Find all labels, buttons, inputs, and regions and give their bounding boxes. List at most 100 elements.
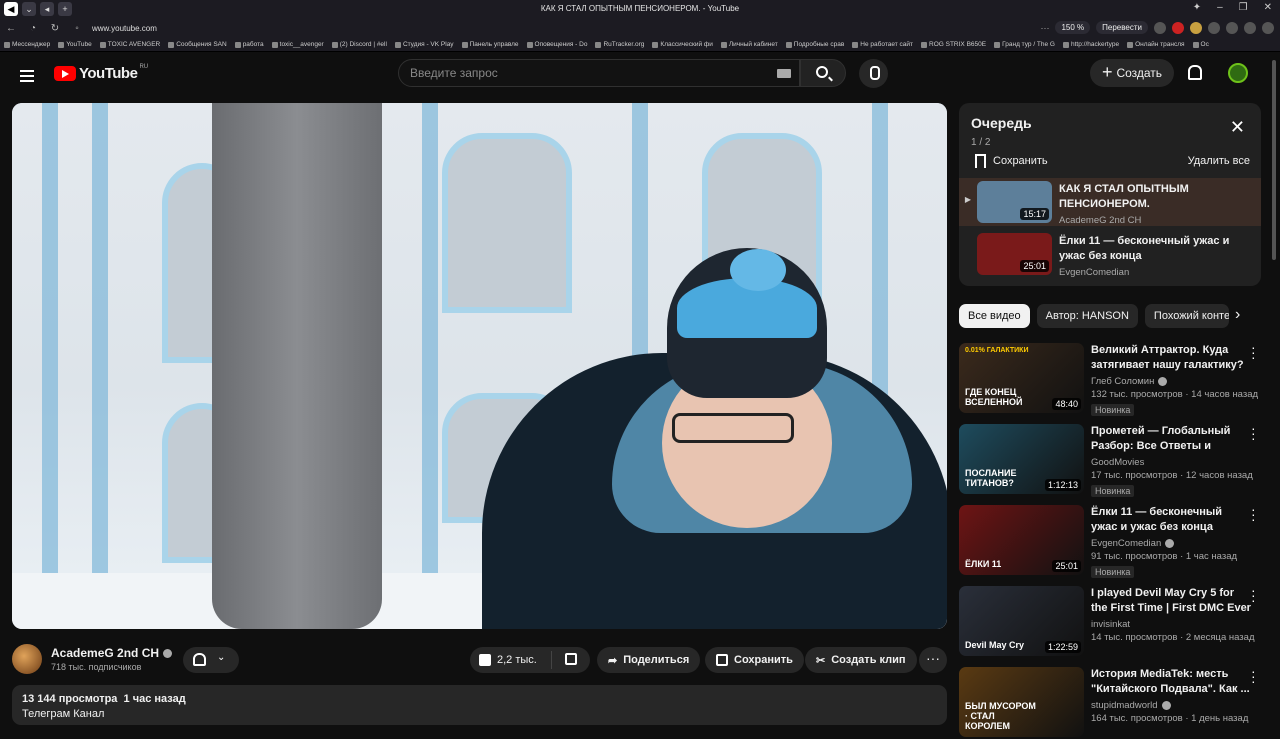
recommended-video[interactable]: ЁЛКИ 11 25:01 Ёлки 11 — бесконечный ужас… xyxy=(959,502,1269,578)
video-title[interactable]: I played Devil May Cry 5 for the First T… xyxy=(1091,586,1251,616)
hamburger-menu-icon[interactable] xyxy=(20,67,34,85)
channel-name[interactable]: invisinkat xyxy=(1091,619,1130,630)
filter-chip[interactable]: Все видео xyxy=(959,304,1030,328)
channel-name[interactable]: AcademeG 2nd CH xyxy=(51,646,159,660)
translate-button[interactable]: Перевести xyxy=(1096,21,1148,34)
search-button[interactable] xyxy=(800,59,846,87)
filter-chip[interactable]: Похожий конте xyxy=(1144,304,1229,328)
filter-chip[interactable]: Автор: HANSON xyxy=(1036,304,1138,328)
bookmark-item[interactable]: Подробные срав xyxy=(782,41,849,48)
profile-icon[interactable] xyxy=(1244,21,1256,34)
video-title[interactable]: История MediaTek: месть "Китайского Подв… xyxy=(1091,667,1251,697)
bookmark-item[interactable]: Ос xyxy=(1189,41,1213,48)
bookmark-item[interactable]: Онлайн трансля xyxy=(1123,41,1188,48)
kebab-menu-icon[interactable]: · · · xyxy=(1251,421,1257,445)
recommended-video[interactable]: БЫЛ МУСОРОМ · СТАЛ КОРОЛЕМ История Media… xyxy=(959,664,1269,739)
video-thumbnail[interactable]: ЁЛКИ 11 25:01 xyxy=(959,505,1084,575)
extension-icon[interactable] xyxy=(1154,21,1166,34)
clip-button[interactable]: ✂ Создать клип xyxy=(805,647,917,673)
recommended-video[interactable]: Devil May Cry 1:22:59 I played Devil May… xyxy=(959,583,1269,658)
bookmark-item[interactable]: RuTracker.org xyxy=(591,41,648,48)
downloads-icon[interactable] xyxy=(1226,21,1238,34)
kebab-menu-icon[interactable]: · · · xyxy=(1251,664,1257,688)
bookmark-item[interactable]: Мессенджер xyxy=(0,41,54,48)
scrollbar[interactable] xyxy=(1272,60,1276,260)
more-actions-icon[interactable]: ··· xyxy=(919,647,947,673)
channel-name[interactable]: Глеб Соломин xyxy=(1091,376,1154,387)
recommended-video[interactable]: 0.01% ГАЛАКТИКИ ГДЕ КОНЕЦ ВСЕЛЕННОЙ 48:4… xyxy=(959,340,1269,416)
account-avatar[interactable] xyxy=(1228,63,1248,83)
sidebar-toggle-icon[interactable]: ◀ xyxy=(4,2,18,16)
bookmark-item[interactable]: Не работает сайт xyxy=(848,41,917,48)
bookmark-item[interactable]: http://hackertype xyxy=(1059,41,1123,48)
video-thumbnail[interactable]: Devil May Cry 1:22:59 xyxy=(959,586,1084,656)
history-icon[interactable]: ◔ xyxy=(22,23,44,34)
queue-item[interactable]: 25:01 Ёлки 11 — бесконечный ужас и ужас … xyxy=(959,230,1261,278)
channel-name[interactable]: EvgenComedian xyxy=(1091,538,1161,549)
search-input[interactable]: Введите запрос xyxy=(398,59,800,87)
pin-icon[interactable]: ✦ xyxy=(1193,2,1201,13)
kebab-menu-icon[interactable]: · · · xyxy=(1251,502,1257,526)
bookmark-item[interactable]: Гранд тур / The G xyxy=(990,41,1059,48)
share-button[interactable]: ➦ Поделиться xyxy=(597,647,701,673)
menu-icon[interactable] xyxy=(1262,21,1274,34)
channel-name-row[interactable]: AcademeG 2nd CH xyxy=(51,646,173,660)
extension-icon[interactable] xyxy=(1190,21,1202,34)
video-thumbnail[interactable]: БЫЛ МУСОРОМ · СТАЛ КОРОЛЕМ xyxy=(959,667,1084,737)
queue-thumbnail[interactable]: 15:17 xyxy=(977,181,1052,223)
page-menu-icon[interactable]: ··· xyxy=(1040,23,1049,33)
voice-search-icon[interactable] xyxy=(859,59,888,88)
recommended-video[interactable]: ПОСЛАНИЕ ТИТАНОВ? 1:12:13 Прометей — Гло… xyxy=(959,421,1269,497)
vpn-icon[interactable] xyxy=(1208,21,1220,34)
video-thumbnail[interactable]: 0.01% ГАЛАКТИКИ ГДЕ КОНЕЦ ВСЕЛЕННОЙ 48:4… xyxy=(959,343,1084,413)
site-info-icon[interactable]: ◦ xyxy=(66,23,88,34)
queue-video-title[interactable]: КАК Я СТАЛ ОПЫТНЫМ ПЕНСИОНЕРОМ. xyxy=(1059,182,1251,212)
keyboard-icon[interactable] xyxy=(777,69,791,78)
kebab-menu-icon[interactable]: · · · xyxy=(1251,583,1257,607)
bookmark-item[interactable]: (2) Discord | #ell xyxy=(328,41,391,48)
video-title[interactable]: Прометей — Глобальный Разбор: Все Ответы… xyxy=(1091,424,1251,454)
bookmark-item[interactable]: Оповещения - Do xyxy=(523,41,592,48)
close-icon[interactable]: ✕ xyxy=(1230,117,1245,138)
dislike-button[interactable] xyxy=(552,652,590,668)
adblock-icon[interactable] xyxy=(1172,21,1184,34)
video-title[interactable]: Великий Аттрактор. Куда затягивает нашу … xyxy=(1091,343,1251,373)
bookmark-item[interactable]: Сообщения SAN xyxy=(164,41,230,48)
bookmark-item[interactable]: Личный кабинет xyxy=(717,41,782,48)
new-tab-icon[interactable]: + xyxy=(58,2,72,16)
back-tab-icon[interactable]: ◂ xyxy=(40,2,54,16)
description-box[interactable]: 13 144 просмотра 1 час назад Телеграм Ка… xyxy=(12,685,947,725)
bookmark-item[interactable]: Студия - VK Play xyxy=(391,41,458,48)
chevron-right-icon[interactable]: › xyxy=(1235,306,1240,324)
bookmark-item[interactable]: Панель управле xyxy=(458,41,523,48)
like-button[interactable]: 2,2 тыс. xyxy=(470,651,552,669)
channel-name[interactable]: stupidmadworld xyxy=(1091,700,1158,711)
queue-save-button[interactable]: Сохранить xyxy=(975,154,1048,168)
queue-video-title[interactable]: Ёлки 11 — бесконечный ужас и ужас без ко… xyxy=(1059,234,1251,264)
create-button[interactable]: + Создать xyxy=(1090,59,1174,87)
reload-icon[interactable]: ↻ xyxy=(44,23,66,34)
queue-item[interactable]: ▶ 15:17 КАК Я СТАЛ ОПЫТНЫМ ПЕНСИОНЕРОМ. … xyxy=(959,178,1261,226)
url-field[interactable]: www.youtube.com xyxy=(92,24,392,33)
back-icon[interactable]: ← xyxy=(0,23,22,34)
close-window-icon[interactable]: ✕ xyxy=(1264,2,1272,13)
queue-clear-button[interactable]: Удалить все xyxy=(1188,155,1250,167)
zoom-indicator[interactable]: 150 % xyxy=(1055,21,1091,34)
bookmark-item[interactable]: toxic__avenger xyxy=(268,41,328,48)
bookmark-item[interactable]: YouTube xyxy=(54,41,96,48)
save-button[interactable]: Сохранить xyxy=(705,647,804,673)
subscription-notifications-button[interactable]: ⌄ xyxy=(183,647,239,673)
bookmark-item[interactable]: Классический фи xyxy=(648,41,716,48)
video-title[interactable]: Ёлки 11 — бесконечный ужас и ужас без ко… xyxy=(1091,505,1251,535)
bookmark-item[interactable]: работа xyxy=(231,41,268,48)
tab-list-icon[interactable]: ⌄ xyxy=(22,2,36,16)
youtube-logo[interactable]: YouTube RU xyxy=(54,64,148,82)
notifications-bell-icon[interactable] xyxy=(1186,64,1202,80)
bookmark-item[interactable]: TOXIC AVENGER xyxy=(96,41,165,48)
minimize-icon[interactable]: – xyxy=(1217,2,1223,13)
channel-avatar[interactable] xyxy=(12,644,42,674)
kebab-menu-icon[interactable]: · · · xyxy=(1251,340,1257,364)
restore-icon[interactable]: ❐ xyxy=(1239,2,1248,13)
video-thumbnail[interactable]: ПОСЛАНИЕ ТИТАНОВ? 1:12:13 xyxy=(959,424,1084,494)
bookmark-item[interactable]: ROG STRIX B650E xyxy=(917,41,990,48)
